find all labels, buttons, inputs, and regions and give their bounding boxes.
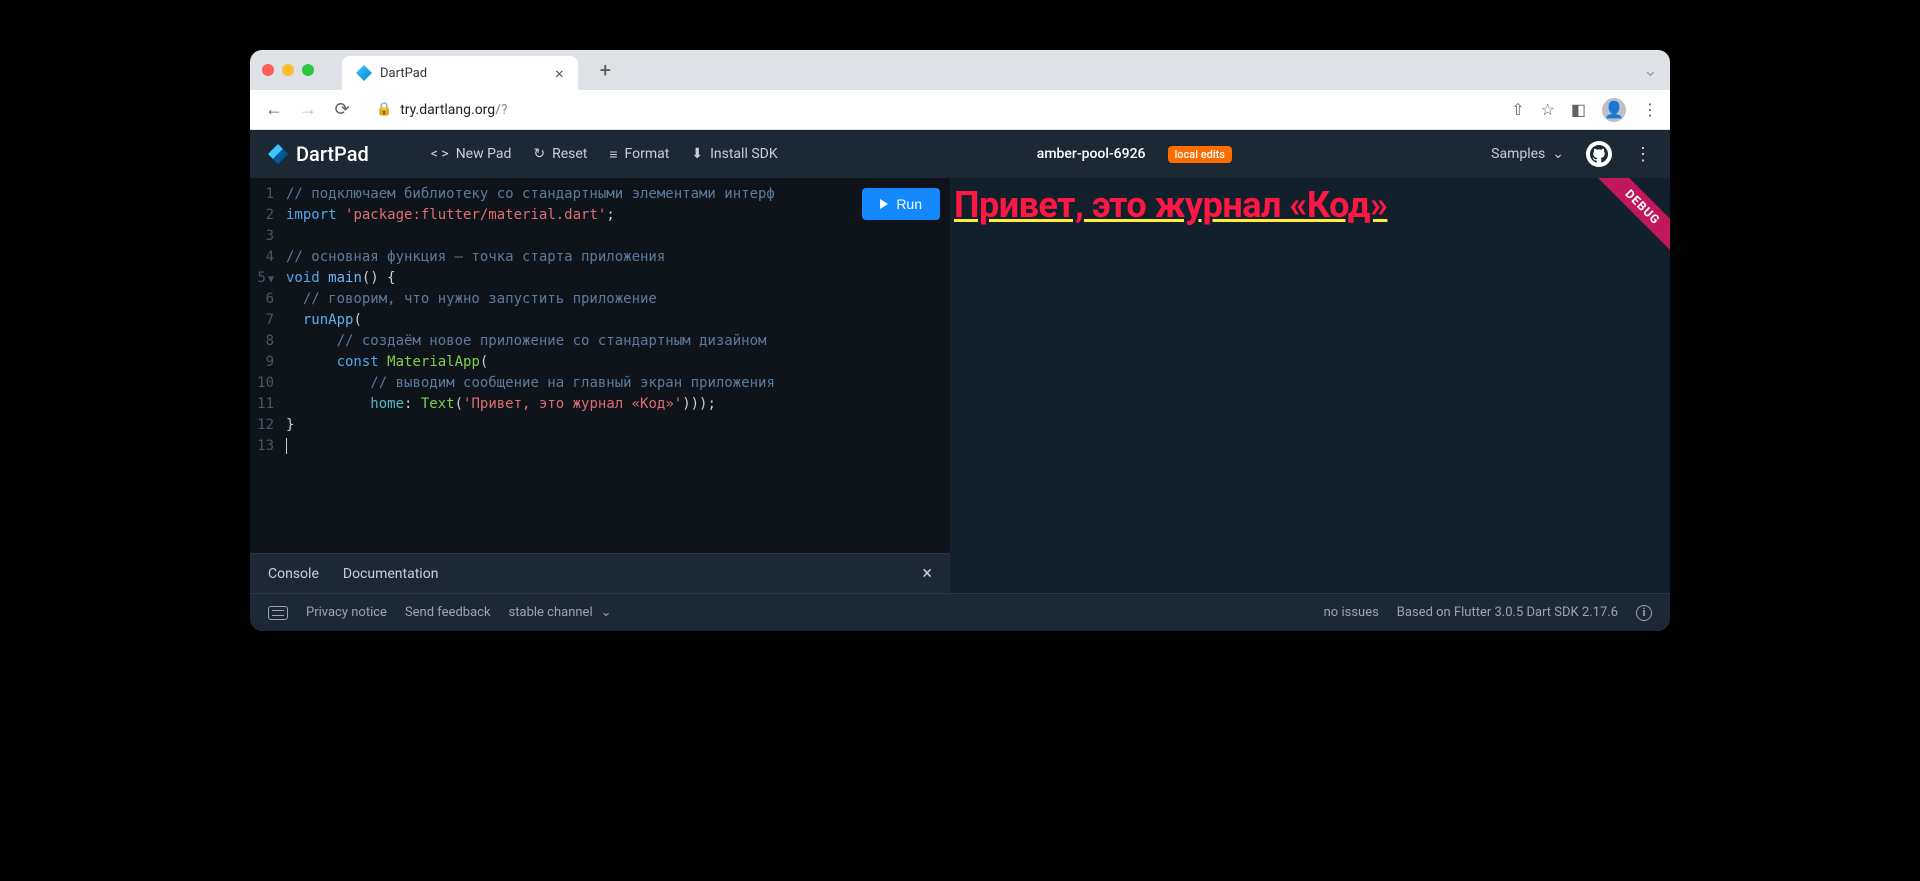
install-sdk-button[interactable]: ⬇ Install SDK (691, 146, 777, 162)
code-icon: < > (431, 146, 449, 162)
documentation-tab[interactable]: Documentation (343, 566, 439, 582)
dart-icon (356, 65, 372, 81)
run-label: Run (896, 196, 922, 212)
output-text: Привет, это журнал «Код» (950, 178, 1670, 232)
extensions-icon[interactable]: ◧ (1571, 100, 1586, 119)
profile-avatar[interactable]: 👤 (1602, 98, 1626, 122)
reset-button[interactable]: ↻ Reset (533, 146, 587, 162)
local-edits-badge: local edits (1168, 146, 1232, 163)
samples-label: Samples (1491, 146, 1545, 162)
reset-label: Reset (552, 146, 587, 162)
browser-menu-icon[interactable]: ⋮ (1642, 100, 1656, 119)
share-icon[interactable]: ⇧ (1511, 100, 1524, 119)
version-info: Based on Flutter 3.0.5 Dart SDK 2.17.6 (1397, 605, 1618, 620)
window-titlebar: DartPad × + ⌄ (250, 50, 1670, 90)
code-area[interactable]: 12345▼678910111213 // подключаем библиот… (250, 178, 950, 553)
chevron-down-icon: ⌄ (1552, 146, 1564, 162)
tabs-dropdown-icon[interactable]: ⌄ (1643, 60, 1658, 81)
forward-button[interactable]: → (298, 99, 318, 120)
pad-name: amber-pool-6926 (1037, 146, 1146, 162)
app-body: Run 12345▼678910111213 // подключаем биб… (250, 178, 1670, 593)
samples-dropdown[interactable]: Samples ⌄ (1491, 146, 1564, 162)
bottom-tabs: Console Documentation × (250, 553, 950, 593)
address-bar[interactable]: 🔒 try.dartlang.org/? (366, 96, 1497, 124)
close-tab-icon[interactable]: × (555, 64, 564, 83)
bookmark-icon[interactable]: ☆ (1541, 100, 1555, 119)
github-link[interactable] (1586, 141, 1612, 167)
channel-selector[interactable]: stable channel ⌄ (509, 605, 612, 620)
keyboard-icon[interactable] (268, 606, 288, 620)
url-path: /? (495, 102, 507, 118)
browser-toolbar: ← → ⟳ 🔒 try.dartlang.org/? ⇧ ☆ ◧ 👤 ⋮ (250, 90, 1670, 130)
reset-icon: ↻ (533, 146, 545, 162)
github-icon (1590, 145, 1608, 163)
tab-title: DartPad (380, 66, 427, 81)
reload-button[interactable]: ⟳ (332, 99, 352, 120)
dart-logo-icon (268, 144, 288, 164)
browser-actions: ⇧ ☆ ◧ 👤 ⋮ (1511, 98, 1656, 122)
app-header: DartPad < > New Pad ↻ Reset ≡ Format ⬇ I… (250, 130, 1670, 178)
code-editor-panel: Run 12345▼678910111213 // подключаем биб… (250, 178, 950, 593)
logo-text: DartPad (296, 142, 369, 166)
close-window-button[interactable] (262, 64, 274, 76)
close-panel-icon[interactable]: × (922, 563, 932, 584)
code-content[interactable]: // подключаем библиотеку со стандартными… (282, 184, 950, 553)
maximize-window-button[interactable] (302, 64, 314, 76)
format-label: Format (625, 146, 670, 162)
lock-icon: 🔒 (376, 102, 392, 117)
play-icon (880, 199, 888, 209)
chevron-down-icon: ⌄ (601, 605, 612, 620)
run-button[interactable]: Run (862, 188, 940, 220)
info-icon[interactable]: i (1636, 605, 1652, 621)
browser-tab[interactable]: DartPad × (342, 56, 578, 90)
privacy-link[interactable]: Privacy notice (306, 605, 387, 620)
line-gutter: 12345▼678910111213 (250, 184, 282, 553)
dartpad-logo[interactable]: DartPad (268, 142, 369, 166)
feedback-link[interactable]: Send feedback (405, 605, 491, 620)
url-host: try.dartlang.org (400, 102, 495, 118)
console-tab[interactable]: Console (268, 566, 319, 582)
app-menu-icon[interactable]: ⋮ (1634, 144, 1652, 165)
format-icon: ≡ (609, 146, 617, 163)
output-panel: Привет, это журнал «Код» DEBUG (950, 178, 1670, 593)
install-sdk-label: Install SDK (710, 146, 778, 162)
browser-window: DartPad × + ⌄ ← → ⟳ 🔒 try.dartlang.org/?… (250, 50, 1670, 631)
new-pad-label: New Pad (456, 146, 512, 162)
status-bar: Privacy notice Send feedback stable chan… (250, 593, 1670, 631)
download-icon: ⬇ (691, 146, 703, 162)
minimize-window-button[interactable] (282, 64, 294, 76)
format-button[interactable]: ≡ Format (609, 146, 669, 163)
new-pad-button[interactable]: < > New Pad (431, 146, 512, 162)
new-tab-button[interactable]: + (600, 58, 611, 82)
back-button[interactable]: ← (264, 99, 284, 120)
channel-label: stable channel (509, 605, 593, 620)
issues-status: no issues (1324, 605, 1379, 620)
